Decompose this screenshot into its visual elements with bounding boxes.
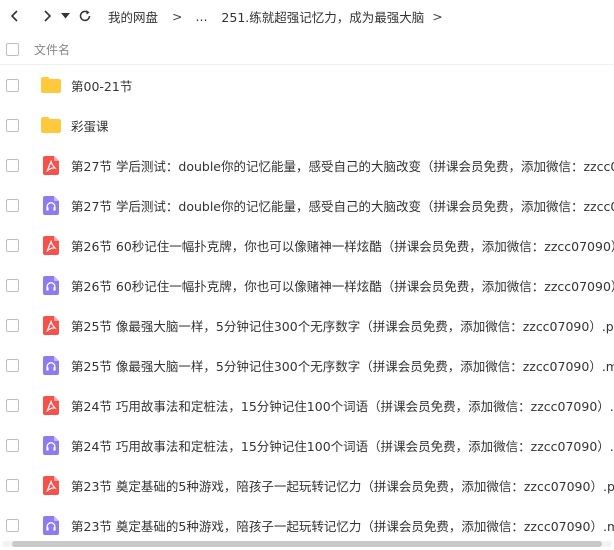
file-row[interactable]: 第25节 像最强大脑一样，5分钟记住300个无序数字（拼课会员免费，添加微信：z… (0, 345, 614, 385)
file-name[interactable]: 第00-21节 (71, 76, 132, 95)
back-icon[interactable] (4, 5, 26, 27)
horizontal-scrollbar[interactable] (0, 536, 614, 550)
file-name[interactable]: 第25节 像最强大脑一样，5分钟记住300个无序数字（拼课会员免费，添加微信：z… (71, 316, 614, 335)
row-checkbox[interactable] (6, 438, 19, 452)
row-checkbox[interactable] (6, 78, 19, 92)
row-checkbox[interactable] (6, 158, 19, 172)
row-checkbox[interactable] (6, 278, 19, 292)
row-checkbox[interactable] (6, 398, 19, 412)
file-row[interactable]: 第24节 巧用故事法和定桩法，15分钟记住100个词语（拼课会员免费，添加微信：… (0, 425, 614, 465)
pdf-file-icon (41, 155, 61, 175)
file-row[interactable]: 第27节 学后测试：double你的记忆能量，感受自己的大脑改变（拼课会员免费，… (0, 145, 614, 185)
file-row[interactable]: 第25节 像最强大脑一样，5分钟记住300个无序数字（拼课会员免费，添加微信：z… (0, 305, 614, 345)
toolbar: 我的网盘 > ... > 251.练就超强记忆力，成为最强大脑 > (0, 0, 614, 32)
file-name[interactable]: 第26节 60秒记住一幅扑克牌，你也可以像赌神一样炫酷（拼课会员免费，添加微信：… (71, 236, 614, 255)
breadcrumb-separator: > (172, 8, 183, 24)
file-row[interactable]: 第27节 学后测试：double你的记忆能量，感受自己的大脑改变（拼课会员免费，… (0, 185, 614, 225)
audio-file-icon (41, 435, 61, 455)
column-header-filename[interactable]: 文件名 (34, 41, 70, 58)
forward-icon[interactable] (36, 5, 58, 27)
refresh-icon[interactable] (74, 5, 96, 27)
file-row[interactable]: 第00-21节 (0, 65, 614, 105)
file-list-header: 文件名 (0, 34, 614, 65)
scrollbar-thumb[interactable] (12, 541, 602, 547)
breadcrumb-root[interactable]: 我的网盘 (108, 7, 158, 26)
audio-file-icon (41, 515, 61, 535)
file-name[interactable]: 彩蛋课 (71, 116, 109, 135)
file-row[interactable]: 第23节 奠定基础的5种游戏，陪孩子一起玩转记忆力（拼课会员免费，添加微信：zz… (0, 465, 614, 505)
pdf-file-icon (41, 315, 61, 335)
file-row[interactable]: 第24节 巧用故事法和定桩法，15分钟记住100个词语（拼课会员免费，添加微信：… (0, 385, 614, 425)
row-checkbox[interactable] (6, 198, 19, 212)
audio-file-icon (41, 355, 61, 375)
row-checkbox[interactable] (6, 358, 19, 372)
file-row[interactable]: 第26节 60秒记住一幅扑克牌，你也可以像赌神一样炫酷（拼课会员免费，添加微信：… (0, 265, 614, 305)
file-name[interactable]: 第24节 巧用故事法和定桩法，15分钟记住100个词语（拼课会员免费，添加微信：… (71, 436, 614, 455)
breadcrumb-ellipsis[interactable]: ... (196, 9, 208, 24)
file-row[interactable]: 第26节 60秒记住一幅扑克牌，你也可以像赌神一样炫酷（拼课会员免费，添加微信：… (0, 225, 614, 265)
file-list: 第00-21节 彩蛋课第27节 学后测试：double你的记忆能量，感受自己的大脑… (0, 65, 614, 545)
breadcrumb-separator: > (432, 8, 443, 24)
row-checkbox[interactable] (6, 238, 19, 252)
file-name[interactable]: 第27节 学后测试：double你的记忆能量，感受自己的大脑改变（拼课会员免费，… (71, 156, 614, 175)
file-name[interactable]: 第27节 学后测试：double你的记忆能量，感受自己的大脑改变（拼课会员免费，… (71, 196, 614, 215)
file-name[interactable]: 第23节 奠定基础的5种游戏，陪孩子一起玩转记忆力（拼课会员免费，添加微信：zz… (71, 516, 614, 535)
row-checkbox[interactable] (6, 118, 19, 132)
row-checkbox[interactable] (6, 518, 19, 532)
audio-file-icon (41, 195, 61, 215)
audio-file-icon (41, 275, 61, 295)
folder-icon (41, 115, 61, 135)
folder-icon (41, 75, 61, 95)
row-checkbox[interactable] (6, 478, 19, 492)
pdf-file-icon (41, 235, 61, 255)
pdf-file-icon (41, 395, 61, 415)
row-checkbox[interactable] (6, 318, 19, 332)
file-name[interactable]: 第26节 60秒记住一幅扑克牌，你也可以像赌神一样炫酷（拼课会员免费，添加微信：… (71, 276, 614, 295)
file-name[interactable]: 第25节 像最强大脑一样，5分钟记住300个无序数字（拼课会员免费，添加微信：z… (71, 356, 614, 375)
history-dropdown-icon[interactable] (58, 5, 72, 27)
select-all-checkbox[interactable] (6, 42, 19, 56)
pdf-file-icon (41, 475, 61, 495)
breadcrumb-current[interactable]: 251.练就超强记忆力，成为最强大脑 (221, 7, 424, 26)
file-row[interactable]: 彩蛋课 (0, 105, 614, 145)
file-name[interactable]: 第23节 奠定基础的5种游戏，陪孩子一起玩转记忆力（拼课会员免费，添加微信：zz… (71, 476, 614, 495)
file-name[interactable]: 第24节 巧用故事法和定桩法，15分钟记住100个词语（拼课会员免费，添加微信：… (71, 396, 614, 415)
